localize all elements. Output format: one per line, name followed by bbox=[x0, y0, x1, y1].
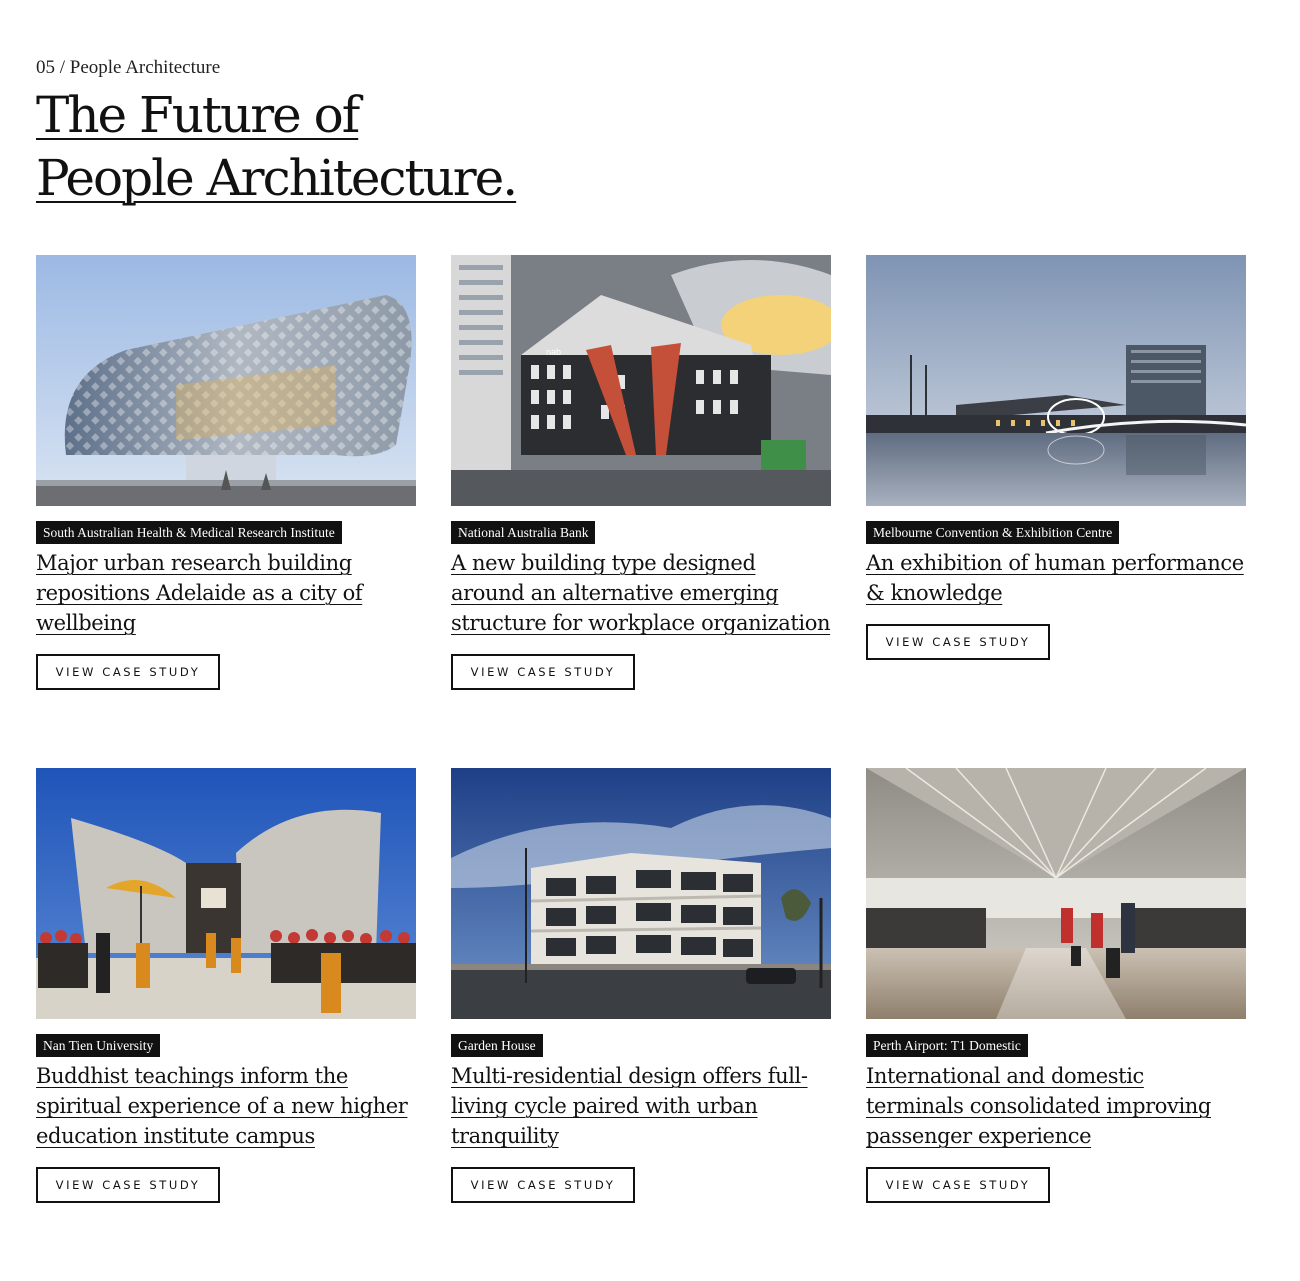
project-tag: Garden House bbox=[451, 1034, 543, 1057]
view-case-study-button[interactable]: VIEW CASE STUDY bbox=[866, 1167, 1050, 1203]
nab-sign-text: nab bbox=[546, 347, 561, 357]
project-headline[interactable]: Major urban research building reposition… bbox=[36, 548, 416, 638]
project-headline[interactable]: A new building type designed around an a… bbox=[451, 548, 831, 638]
project-tag: Perth Airport: T1 Domestic bbox=[866, 1034, 1028, 1057]
case-study-card-perth-airport: Perth Airport: T1 Domestic International… bbox=[866, 768, 1246, 1203]
section-eyebrow: 05 / People Architecture bbox=[36, 57, 221, 78]
project-headline[interactable]: International and domestic terminals con… bbox=[866, 1061, 1246, 1151]
project-tag: Nan Tien University bbox=[36, 1034, 161, 1057]
page-title: The Future of People Architecture. bbox=[36, 84, 518, 210]
view-case-study-button[interactable]: VIEW CASE STUDY bbox=[36, 1167, 220, 1203]
project-photo-perth-airport[interactable] bbox=[866, 768, 1246, 1019]
project-photo-mcec[interactable] bbox=[866, 255, 1246, 506]
project-photo-nan-tien[interactable] bbox=[36, 768, 416, 1019]
project-photo-nab[interactable]: nab bbox=[451, 255, 831, 506]
project-headline[interactable]: An exhibition of human performance & kno… bbox=[866, 548, 1246, 608]
case-study-card-nab: nab National Australia Bank A new buildi… bbox=[451, 255, 831, 690]
case-study-card-sahmri: South Australian Health & Medical Resear… bbox=[36, 255, 416, 690]
case-study-card-mcec: Melbourne Convention & Exhibition Centre… bbox=[866, 255, 1246, 660]
project-tag: Melbourne Convention & Exhibition Centre bbox=[866, 521, 1120, 544]
case-study-card-garden-house: Garden House Multi-residential design of… bbox=[451, 768, 831, 1203]
view-case-study-button[interactable]: VIEW CASE STUDY bbox=[451, 1167, 635, 1203]
page-title-line-2: People Architecture. bbox=[36, 149, 518, 207]
view-case-study-button[interactable]: VIEW CASE STUDY bbox=[451, 654, 635, 690]
project-tag: South Australian Health & Medical Resear… bbox=[36, 521, 342, 544]
project-headline[interactable]: Buddhist teachings inform the spiritual … bbox=[36, 1061, 416, 1151]
view-case-study-button[interactable]: VIEW CASE STUDY bbox=[36, 654, 220, 690]
case-study-card-nan-tien: Nan Tien University Buddhist teachings i… bbox=[36, 768, 416, 1203]
project-photo-sahmri[interactable] bbox=[36, 255, 416, 506]
page-title-line-1: The Future of bbox=[36, 86, 360, 144]
project-photo-garden-house[interactable] bbox=[451, 768, 831, 1019]
project-tag: National Australia Bank bbox=[451, 521, 596, 544]
view-case-study-button[interactable]: VIEW CASE STUDY bbox=[866, 624, 1050, 660]
page-title-link[interactable]: The Future of People Architecture. bbox=[36, 86, 518, 207]
project-headline[interactable]: Multi-residential design offers full-liv… bbox=[451, 1061, 831, 1151]
